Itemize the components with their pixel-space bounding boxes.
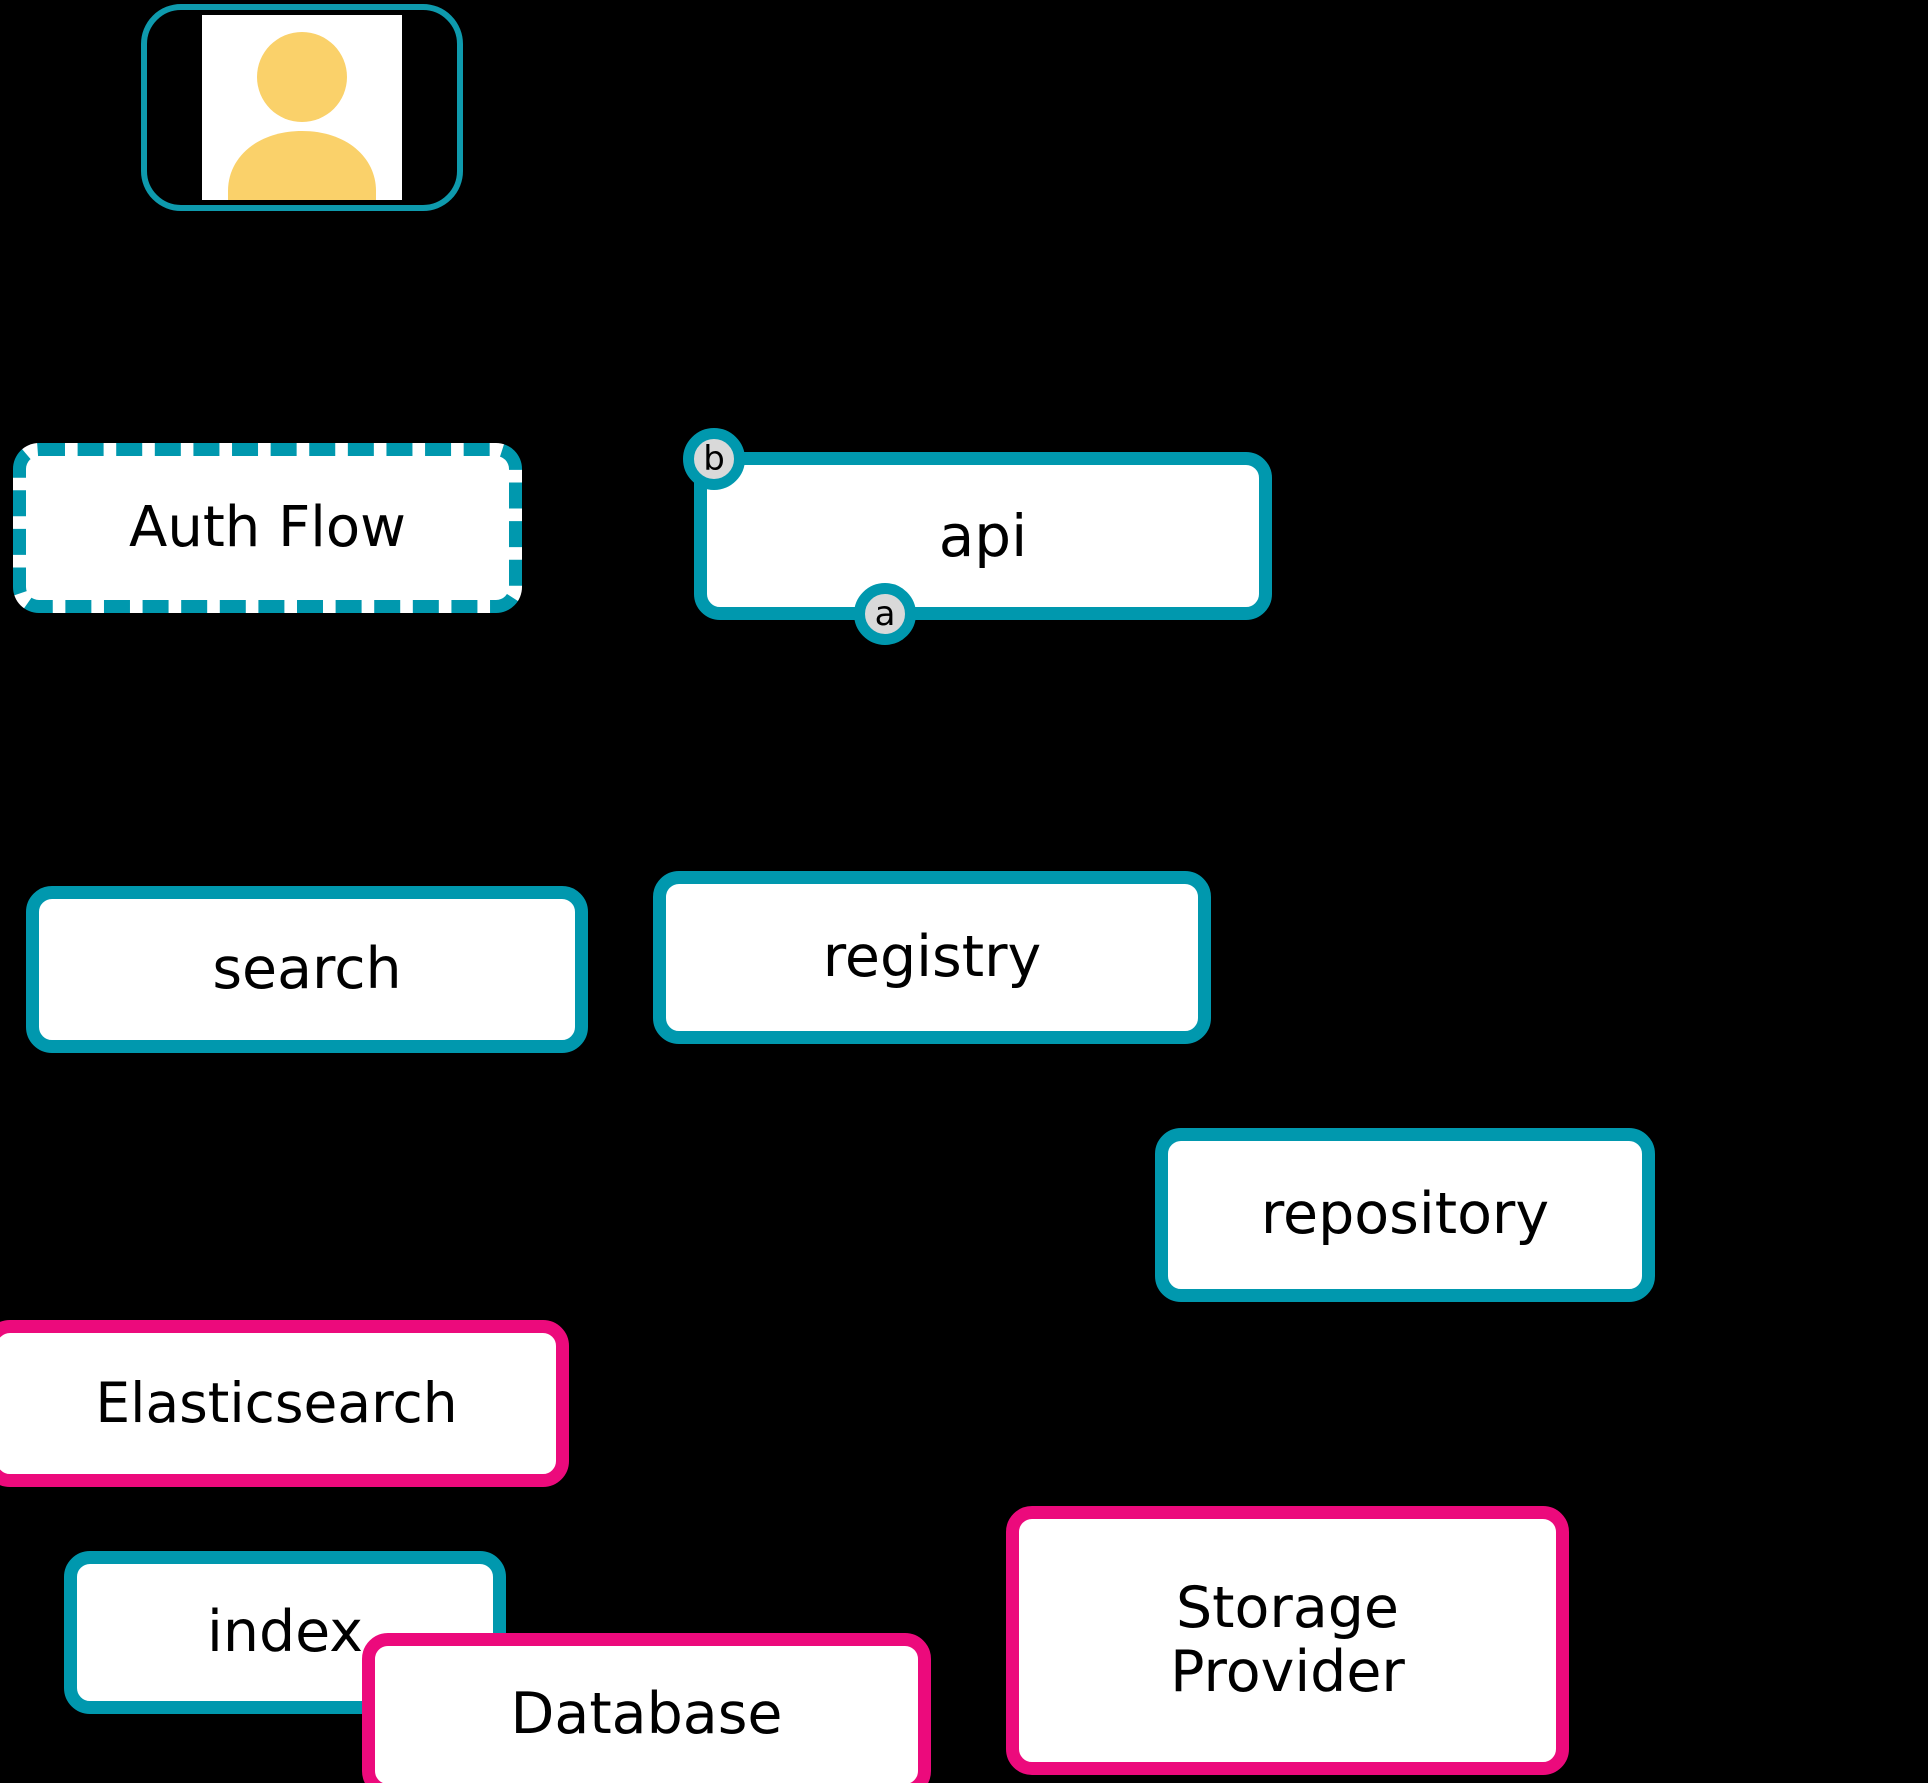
node-storage-provider[interactable]: Storage Provider — [1006, 1506, 1569, 1775]
node-search-label: search — [212, 935, 402, 1002]
badge-b[interactable]: b — [683, 428, 745, 490]
actor-avatar-tile — [202, 15, 402, 200]
person-icon — [228, 32, 376, 200]
node-api[interactable]: api — [694, 452, 1272, 620]
diagram-canvas: Auth Flow api b a search registry reposi… — [0, 0, 1928, 1783]
node-registry-label: registry — [822, 923, 1042, 990]
node-api-label: api — [938, 501, 1028, 570]
node-database[interactable]: Database — [362, 1633, 931, 1783]
node-repository[interactable]: repository — [1155, 1128, 1655, 1302]
node-elasticsearch[interactable]: Elasticsearch — [0, 1320, 569, 1487]
node-storage-provider-label: Storage Provider — [1170, 1574, 1405, 1705]
node-registry[interactable]: registry — [653, 871, 1211, 1044]
node-index-label: index — [207, 1598, 363, 1665]
node-database-label: Database — [510, 1681, 783, 1748]
node-auth-flow-label: Auth Flow — [129, 494, 406, 560]
badge-b-label: b — [703, 439, 725, 479]
badge-a[interactable]: a — [854, 583, 916, 645]
node-elasticsearch-label: Elasticsearch — [95, 1370, 458, 1435]
badge-a-label: a — [874, 594, 896, 634]
node-search[interactable]: search — [26, 886, 588, 1053]
actor-user-node[interactable] — [141, 4, 463, 211]
node-repository-label: repository — [1260, 1181, 1550, 1248]
node-auth-flow[interactable]: Auth Flow — [13, 443, 522, 613]
